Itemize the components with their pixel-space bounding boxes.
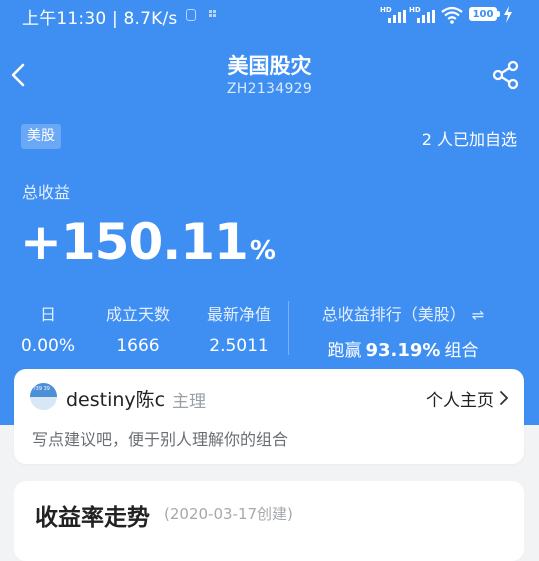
manager-role: 主理 (172, 392, 206, 412)
returns-title: 收益率走势 (35, 505, 150, 531)
created-date: (2020-03-17创建) (164, 505, 293, 523)
avatar[interactable]: ?39 39 (30, 383, 57, 410)
market-badge: 美股 (21, 124, 61, 149)
followers-count: 2 人已加自选 (421, 130, 517, 149)
stat-value: 2.5011 (209, 336, 269, 356)
returns-card: 收益率走势 (2020-03-17创建) (14, 481, 524, 561)
avatar-text: ?39 39 (33, 386, 50, 392)
signal-icon: HD (380, 6, 407, 23)
stat-daily: 日 0.00% (20, 301, 76, 356)
status-bar: 上午11:30 | 8.7K/s HD HD 100 (0, 0, 539, 30)
stat-nav: 最新净值 2.5011 (196, 301, 282, 356)
ranking-label-text: 总收益排行（美股） (321, 305, 466, 324)
ranking-suffix: 组合 (444, 341, 479, 361)
stat-label: 最新净值 (206, 305, 271, 324)
ranking-stat[interactable]: 总收益排行（美股） ⇌ 跑赢 93.19% 组合 (296, 301, 510, 361)
stat-label: 日 (39, 305, 56, 324)
wifi-icon (441, 6, 463, 24)
battery-icon: 100 (469, 7, 497, 21)
total-return-number: +150.11 (20, 213, 249, 271)
ranking-value: 跑赢 93.19% 组合 (296, 336, 510, 361)
ranking-prefix: 跑赢 (327, 341, 362, 361)
total-return-label: 总收益 (22, 183, 71, 202)
chevron-right-icon[interactable] (499, 390, 509, 406)
portfolio-title: 美国股灾 (227, 54, 312, 78)
swap-icon[interactable]: ⇌ (472, 306, 485, 324)
portfolio-id: ZH2134929 (226, 81, 313, 97)
manager-card: ?39 39 destiny陈c 主理 个人主页 写点建议吧，便于别人理解你的组… (14, 369, 524, 464)
notification-icon (209, 10, 216, 18)
charging-icon (504, 6, 512, 23)
suggestion-text[interactable]: 写点建议吧，便于别人理解你的组合 (32, 426, 288, 450)
stat-label: 成立天数 (105, 305, 170, 324)
manager-name[interactable]: destiny陈c (66, 385, 165, 412)
total-return-unit: % (249, 236, 276, 266)
battery-cap (497, 11, 500, 17)
ranking-percent: 93.19% (365, 340, 441, 361)
stat-days: 成立天数 1666 (96, 301, 180, 356)
total-return-value: +150.11% (20, 212, 276, 281)
stat-value: 1666 (116, 336, 160, 356)
signal-icon: HD (409, 6, 436, 23)
homepage-link[interactable]: 个人主页 (426, 386, 494, 411)
ranking-label: 总收益排行（美股） ⇌ (296, 301, 510, 325)
status-time: 上午11:30 | 8.7K/s (22, 9, 178, 29)
share-icon[interactable] (491, 60, 521, 90)
stats-divider (288, 301, 289, 355)
shield-icon (186, 9, 196, 21)
stat-value: 0.00% (20, 336, 75, 356)
